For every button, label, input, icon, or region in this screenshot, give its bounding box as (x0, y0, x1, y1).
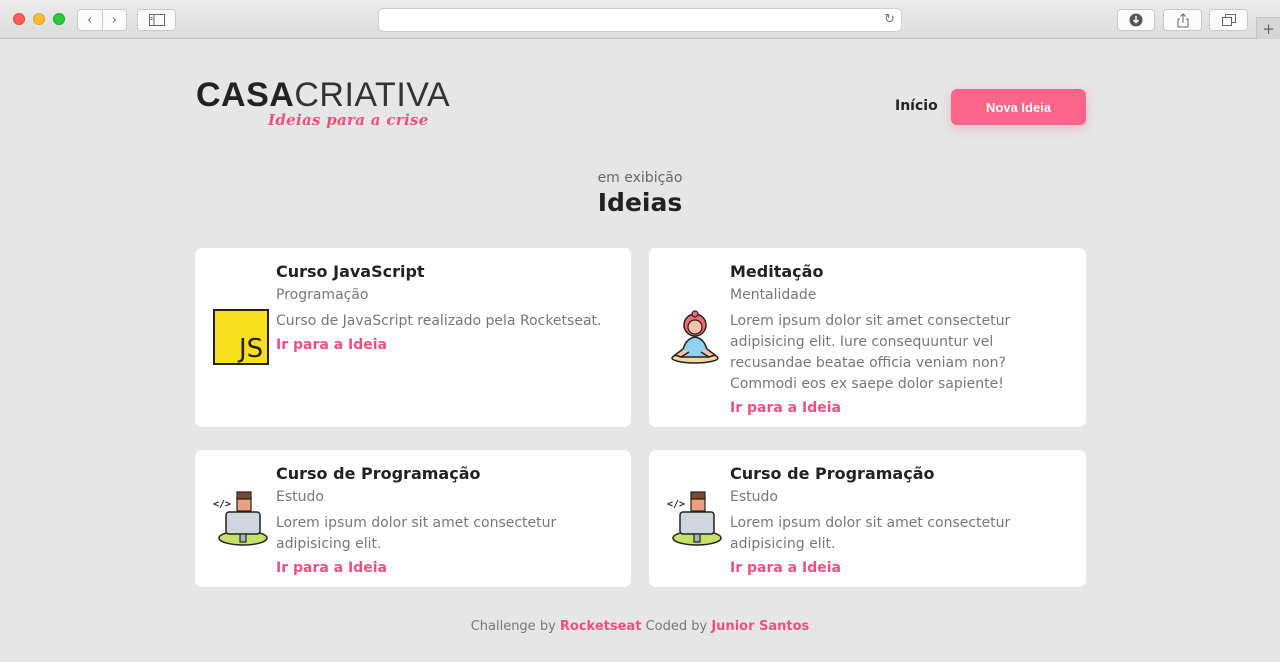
idea-card: JS Curso JavaScript Programação Curso de… (195, 248, 631, 427)
minimize-window-button[interactable] (33, 13, 45, 25)
idea-description: Lorem ipsum dolor sit amet consectetur a… (730, 515, 1011, 552)
idea-category: Estudo (730, 489, 778, 505)
svg-text:</>: </> (667, 499, 685, 510)
history-nav: ‹ › (77, 9, 127, 31)
javascript-icon: JS (213, 309, 269, 365)
idea-description: Lorem ipsum dolor sit amet consectetur a… (276, 515, 557, 552)
section-subtitle: em exibição (597, 170, 683, 186)
svg-text:JS: JS (237, 334, 263, 364)
idea-link[interactable]: Ir para a Ideia (276, 337, 387, 353)
idea-link[interactable]: Ir para a Ideia (276, 560, 387, 576)
footer-middle: Coded by (645, 619, 708, 634)
nav-home-link[interactable]: Início (895, 98, 938, 114)
idea-link[interactable]: Ir para a Ideia (730, 400, 841, 416)
footer-org-link[interactable]: Rocketseat (560, 619, 642, 634)
zoom-window-button[interactable] (53, 13, 65, 25)
idea-category: Programação (276, 287, 369, 303)
reload-icon[interactable]: ↻ (884, 12, 895, 27)
idea-description: Lorem ipsum dolor sit amet consectetur a… (730, 313, 1011, 392)
idea-description: Curso de JavaScript realizado pela Rocke… (276, 313, 602, 329)
logo-thin-text: CRIATIVA (294, 76, 451, 114)
footer-author-link[interactable]: Junior Santos (711, 619, 809, 634)
idea-category: Mentalidade (730, 287, 817, 303)
sidebar-icon (148, 14, 165, 26)
address-bar[interactable]: ↻ (378, 8, 902, 32)
page-title: Ideias (597, 188, 683, 217)
back-icon[interactable]: ‹ (78, 10, 103, 30)
idea-title: Curso de Programação (276, 464, 481, 483)
idea-title: Curso JavaScript (276, 262, 425, 281)
idea-link[interactable]: Ir para a Ideia (730, 560, 841, 576)
share-icon (1177, 12, 1188, 27)
tabs-icon (1221, 14, 1236, 26)
idea-card: Meditação Mentalidade Lorem ipsum dolor … (649, 248, 1086, 427)
svg-text:</>: </> (213, 499, 231, 510)
idea-card: </> Curso de Programação Estudo Lorem ip… (195, 450, 631, 587)
programmer-icon: </> (667, 491, 722, 546)
logo[interactable]: CASACRIATIVA (196, 76, 450, 115)
logo-bold-text: CASA (196, 76, 295, 114)
forward-icon[interactable]: › (103, 10, 127, 30)
new-tab-button[interactable]: + (1256, 17, 1280, 39)
idea-title: Meditação (730, 262, 824, 281)
idea-category: Estudo (276, 489, 324, 505)
footer-prefix: Challenge by (470, 619, 556, 634)
downloads-button[interactable] (1117, 9, 1155, 31)
footer: Challenge by Rocketseat Coded by Junior … (0, 619, 1280, 634)
share-button[interactable] (1163, 9, 1202, 31)
idea-title: Curso de Programação (730, 464, 935, 483)
programmer-icon: </> (213, 491, 268, 546)
new-idea-button[interactable]: Nova Ideia (951, 89, 1086, 125)
browser-toolbar: ‹ › ↻ + (0, 0, 1280, 39)
tabs-overview-button[interactable] (1209, 9, 1248, 31)
meditation-icon (671, 310, 719, 364)
close-window-button[interactable] (13, 13, 25, 25)
sidebar-toggle-button[interactable] (137, 9, 176, 31)
idea-card: </> Curso de Programação Estudo Lorem ip… (649, 450, 1086, 587)
logo-tagline: Ideias para a crise (268, 111, 429, 129)
download-icon (1129, 13, 1143, 27)
